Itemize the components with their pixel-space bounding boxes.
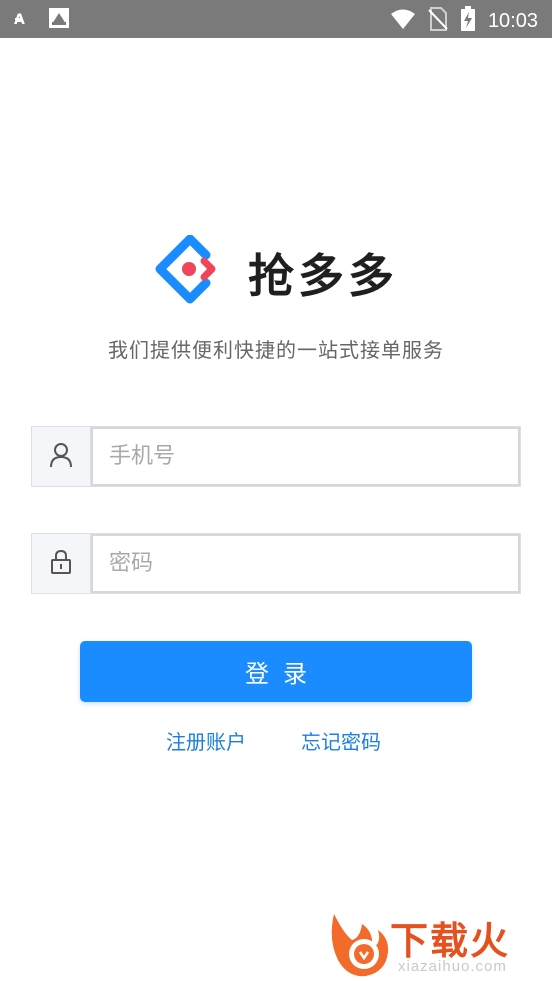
status-bar-right: 10:03	[390, 6, 538, 36]
password-field-icon-box	[32, 534, 91, 593]
login-screen: A 10:03 抢多多 我们提供便利快捷的一站式接单服务 手机号 登录 注册账户…	[0, 0, 552, 981]
status-bar: A 10:03	[0, 0, 552, 38]
auth-links: 注册账户 忘记密码	[0, 726, 552, 756]
app-title: 抢多多	[248, 249, 398, 303]
status-time: 10:03	[487, 10, 538, 32]
phone-input[interactable]	[91, 427, 520, 486]
login-button[interactable]: 登录	[80, 641, 472, 702]
app-slogan: 我们提供便利快捷的一站式接单服务	[108, 338, 444, 362]
register-link[interactable]: 注册账户	[166, 726, 246, 755]
no-sim-icon	[428, 7, 448, 35]
user-icon	[49, 442, 73, 472]
app-logo-row: 抢多多	[0, 234, 552, 311]
wifi-icon	[390, 8, 416, 34]
watermark-brand: 下载火	[390, 919, 511, 963]
font-icon: A	[14, 10, 34, 30]
password-field	[31, 533, 521, 594]
phone-field-icon-box	[32, 427, 91, 486]
forgot-password-link[interactable]: 忘记密码	[301, 726, 381, 755]
password-input[interactable]	[91, 534, 520, 593]
battery-charging-icon	[460, 6, 476, 36]
screenshot-icon	[48, 7, 70, 33]
status-bar-left: A	[14, 7, 70, 33]
watermark: 下载火 xiazaihuo.com	[326, 910, 548, 980]
lock-icon	[50, 549, 72, 579]
app-logo-icon	[154, 234, 226, 311]
flame-logo-icon	[326, 910, 392, 981]
phone-field	[31, 426, 521, 487]
watermark-url: xiazaihuo.com	[398, 958, 507, 975]
